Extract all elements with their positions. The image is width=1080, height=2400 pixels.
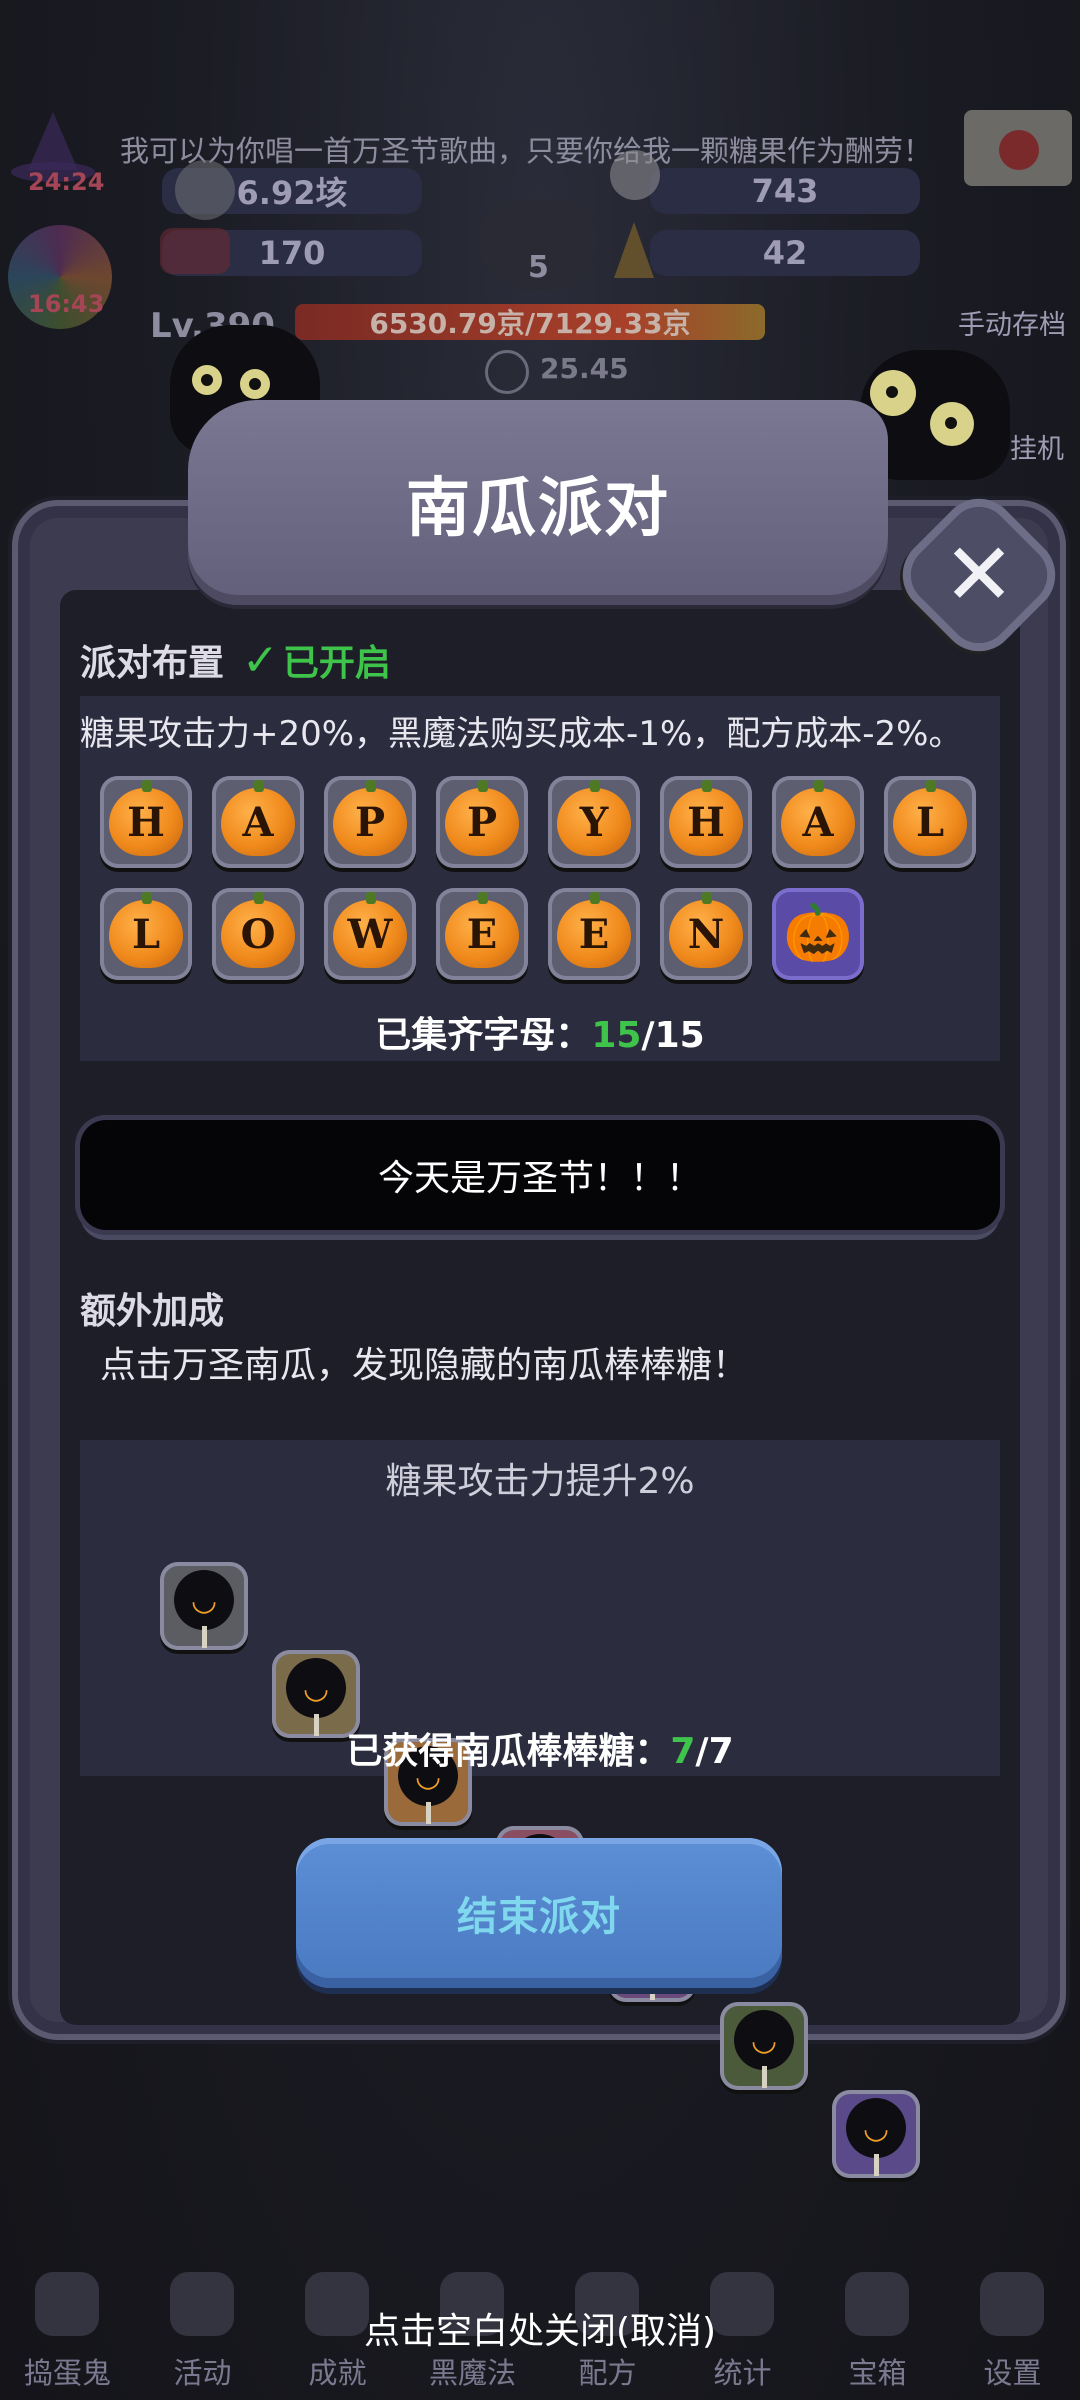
- pumpkin-letter-icon: W: [333, 892, 407, 968]
- letters-collected-label: 已集齐字母：: [375, 1015, 592, 1056]
- pumpkin-letter-icon: E: [557, 892, 631, 968]
- pumpkin-letter-icon: H: [109, 780, 183, 856]
- nav-label: 配方: [578, 2356, 637, 2390]
- timer-text: 25.45: [540, 352, 629, 385]
- letter-tile: A: [212, 776, 304, 868]
- end-party-label: 结束派对: [457, 1894, 621, 1940]
- skull-icon: [610, 150, 660, 200]
- bow-icon: [160, 228, 230, 274]
- pumpkin-letter-icon: L: [109, 892, 183, 968]
- lollipops-label: 已获得南瓜棒棒糖：: [346, 1731, 671, 1772]
- nav-label: 捣蛋鬼: [23, 2356, 111, 2390]
- pumpkin-lollipop-icon: ◡: [846, 2098, 906, 2158]
- manual-save-button[interactable]: 手动存档: [958, 303, 1066, 342]
- lollipop-tile: ◡: [720, 2002, 808, 2090]
- lollipops-sep: /: [695, 1731, 709, 1772]
- boss-hp-bar: 6530.79京/7129.33京: [295, 304, 765, 340]
- letter-tile: H: [660, 776, 752, 868]
- lollipop-stick: [202, 1626, 207, 1648]
- stat-corn-value: 42: [762, 234, 808, 272]
- banner-text: 今天是万圣节！！！: [377, 1158, 702, 1199]
- letter-tile: E: [436, 888, 528, 980]
- lollipops-total: 7: [708, 1731, 734, 1772]
- pumpkin-lollipop-icon: ◡: [286, 1658, 346, 1718]
- letters-total: 15: [654, 1015, 705, 1056]
- timestamp-top: 24:24: [28, 168, 105, 196]
- nav-label: 成就: [308, 2356, 367, 2390]
- lollipop-tile: ◡: [160, 1562, 248, 1650]
- nav-label: 设置: [983, 2356, 1042, 2390]
- pumpkin-letter-icon: P: [445, 780, 519, 856]
- lollipops-collected: 已获得南瓜棒棒糖：7/7: [0, 1722, 1080, 1774]
- pumpkin-letter-icon: O: [221, 892, 295, 968]
- letter-tile: P: [324, 776, 416, 868]
- jack-o-lantern-tile[interactable]: 🎃: [772, 888, 864, 980]
- pumpkin-letter-icon: L: [893, 780, 967, 856]
- ghost-icon: [175, 160, 235, 220]
- letters-sep: /: [641, 1015, 655, 1056]
- pumpkin-letter-icon: Y: [557, 780, 631, 856]
- setup-label: 派对布置: [80, 643, 225, 684]
- clock-icon: [485, 350, 529, 394]
- boss-hp-text: 6530.79京/7129.33京: [369, 307, 691, 340]
- afk-button[interactable]: 挂机: [1010, 427, 1064, 466]
- letter-tile: N: [660, 888, 752, 980]
- nav-label: 统计: [713, 2356, 772, 2390]
- pumpkin-letter-icon: A: [221, 780, 295, 856]
- stat-cauldron-value: 5: [528, 250, 549, 285]
- status-text: 已开启: [282, 643, 391, 684]
- stat-bow-value: 170: [258, 234, 326, 272]
- title-board: 南瓜派对: [188, 400, 888, 605]
- checkmark-icon: ✓: [242, 634, 279, 686]
- nav-label: 黑魔法: [428, 2356, 516, 2390]
- pumpkin-letter-icon: N: [669, 892, 743, 968]
- extra-bonus-description: 点击万圣南瓜，发现隐藏的南瓜棒棒糖！: [100, 1345, 749, 1386]
- stat-skull-value: 743: [751, 172, 819, 210]
- end-party-button[interactable]: 结束派对: [296, 1838, 782, 1988]
- timestamp-ball: 16:43: [28, 290, 105, 318]
- lollipop-stick: [426, 1802, 431, 1824]
- lollipop-tile: ◡: [832, 2090, 920, 2178]
- letter-tile: W: [324, 888, 416, 980]
- pumpkin-letter-icon: A: [781, 780, 855, 856]
- nav-label: 宝箱: [848, 2356, 907, 2390]
- setup-header: 派对布置 ✓ 已开启: [80, 634, 391, 686]
- letter-tile: H: [100, 776, 192, 868]
- stat-candy-value: 6.92垓: [236, 174, 348, 212]
- scrolling-message: 我可以为你唱一首万圣节歌曲，只要你给我一颗糖果作为酬劳！: [120, 134, 933, 168]
- letter-tile: E: [548, 888, 640, 980]
- extra-bonus-label: 额外加成: [80, 1291, 225, 1332]
- pumpkin-lollipop-icon: ◡: [174, 1570, 234, 1630]
- pumpkin-letter-icon: H: [669, 780, 743, 856]
- letter-tile: O: [212, 888, 304, 980]
- letters-have: 15: [591, 1015, 642, 1056]
- letter-grid: H A P P Y H A L L O W E E N 🎃: [100, 776, 980, 986]
- close-icon[interactable]: ✕: [914, 510, 1044, 640]
- stat-skull: 743: [650, 168, 920, 214]
- letter-tile: L: [100, 888, 192, 980]
- close-hint[interactable]: 点击空白处关闭(取消): [0, 2302, 1080, 2354]
- halloween-banner: 今天是万圣节！！！: [80, 1120, 1000, 1230]
- letter-tile: Y: [548, 776, 640, 868]
- effect-description: 糖果攻击力+20%，黑魔法购买成本-1%，配方成本-2%。: [80, 714, 963, 754]
- bonus-title: 糖果攻击力提升2%: [385, 1461, 695, 1502]
- wax-seal-icon: [999, 130, 1039, 170]
- jack-o-lantern-icon: 🎃: [783, 901, 853, 966]
- nav-label: 活动: [173, 2356, 232, 2390]
- lollipop-stick: [762, 2066, 767, 2088]
- pumpkin-lollipop-icon: ◡: [734, 2010, 794, 2070]
- pumpkin-letter-icon: P: [333, 780, 407, 856]
- lollipop-stick: [874, 2154, 879, 2176]
- lollipops-have: 7: [670, 1731, 696, 1772]
- letter-tile: P: [436, 776, 528, 868]
- lollipop-row: ◡◡◡◡◡◡◡: [160, 1562, 920, 2178]
- letters-collected: 已集齐字母：15/15: [0, 1006, 1080, 1058]
- pumpkin-letter-icon: E: [445, 892, 519, 968]
- setup-status: ✓ 已开启: [242, 634, 391, 686]
- letter-tile: A: [772, 776, 864, 868]
- letter-tile: L: [884, 776, 976, 868]
- dialog-title: 南瓜派对: [406, 471, 670, 546]
- stat-corn: 42: [650, 230, 920, 276]
